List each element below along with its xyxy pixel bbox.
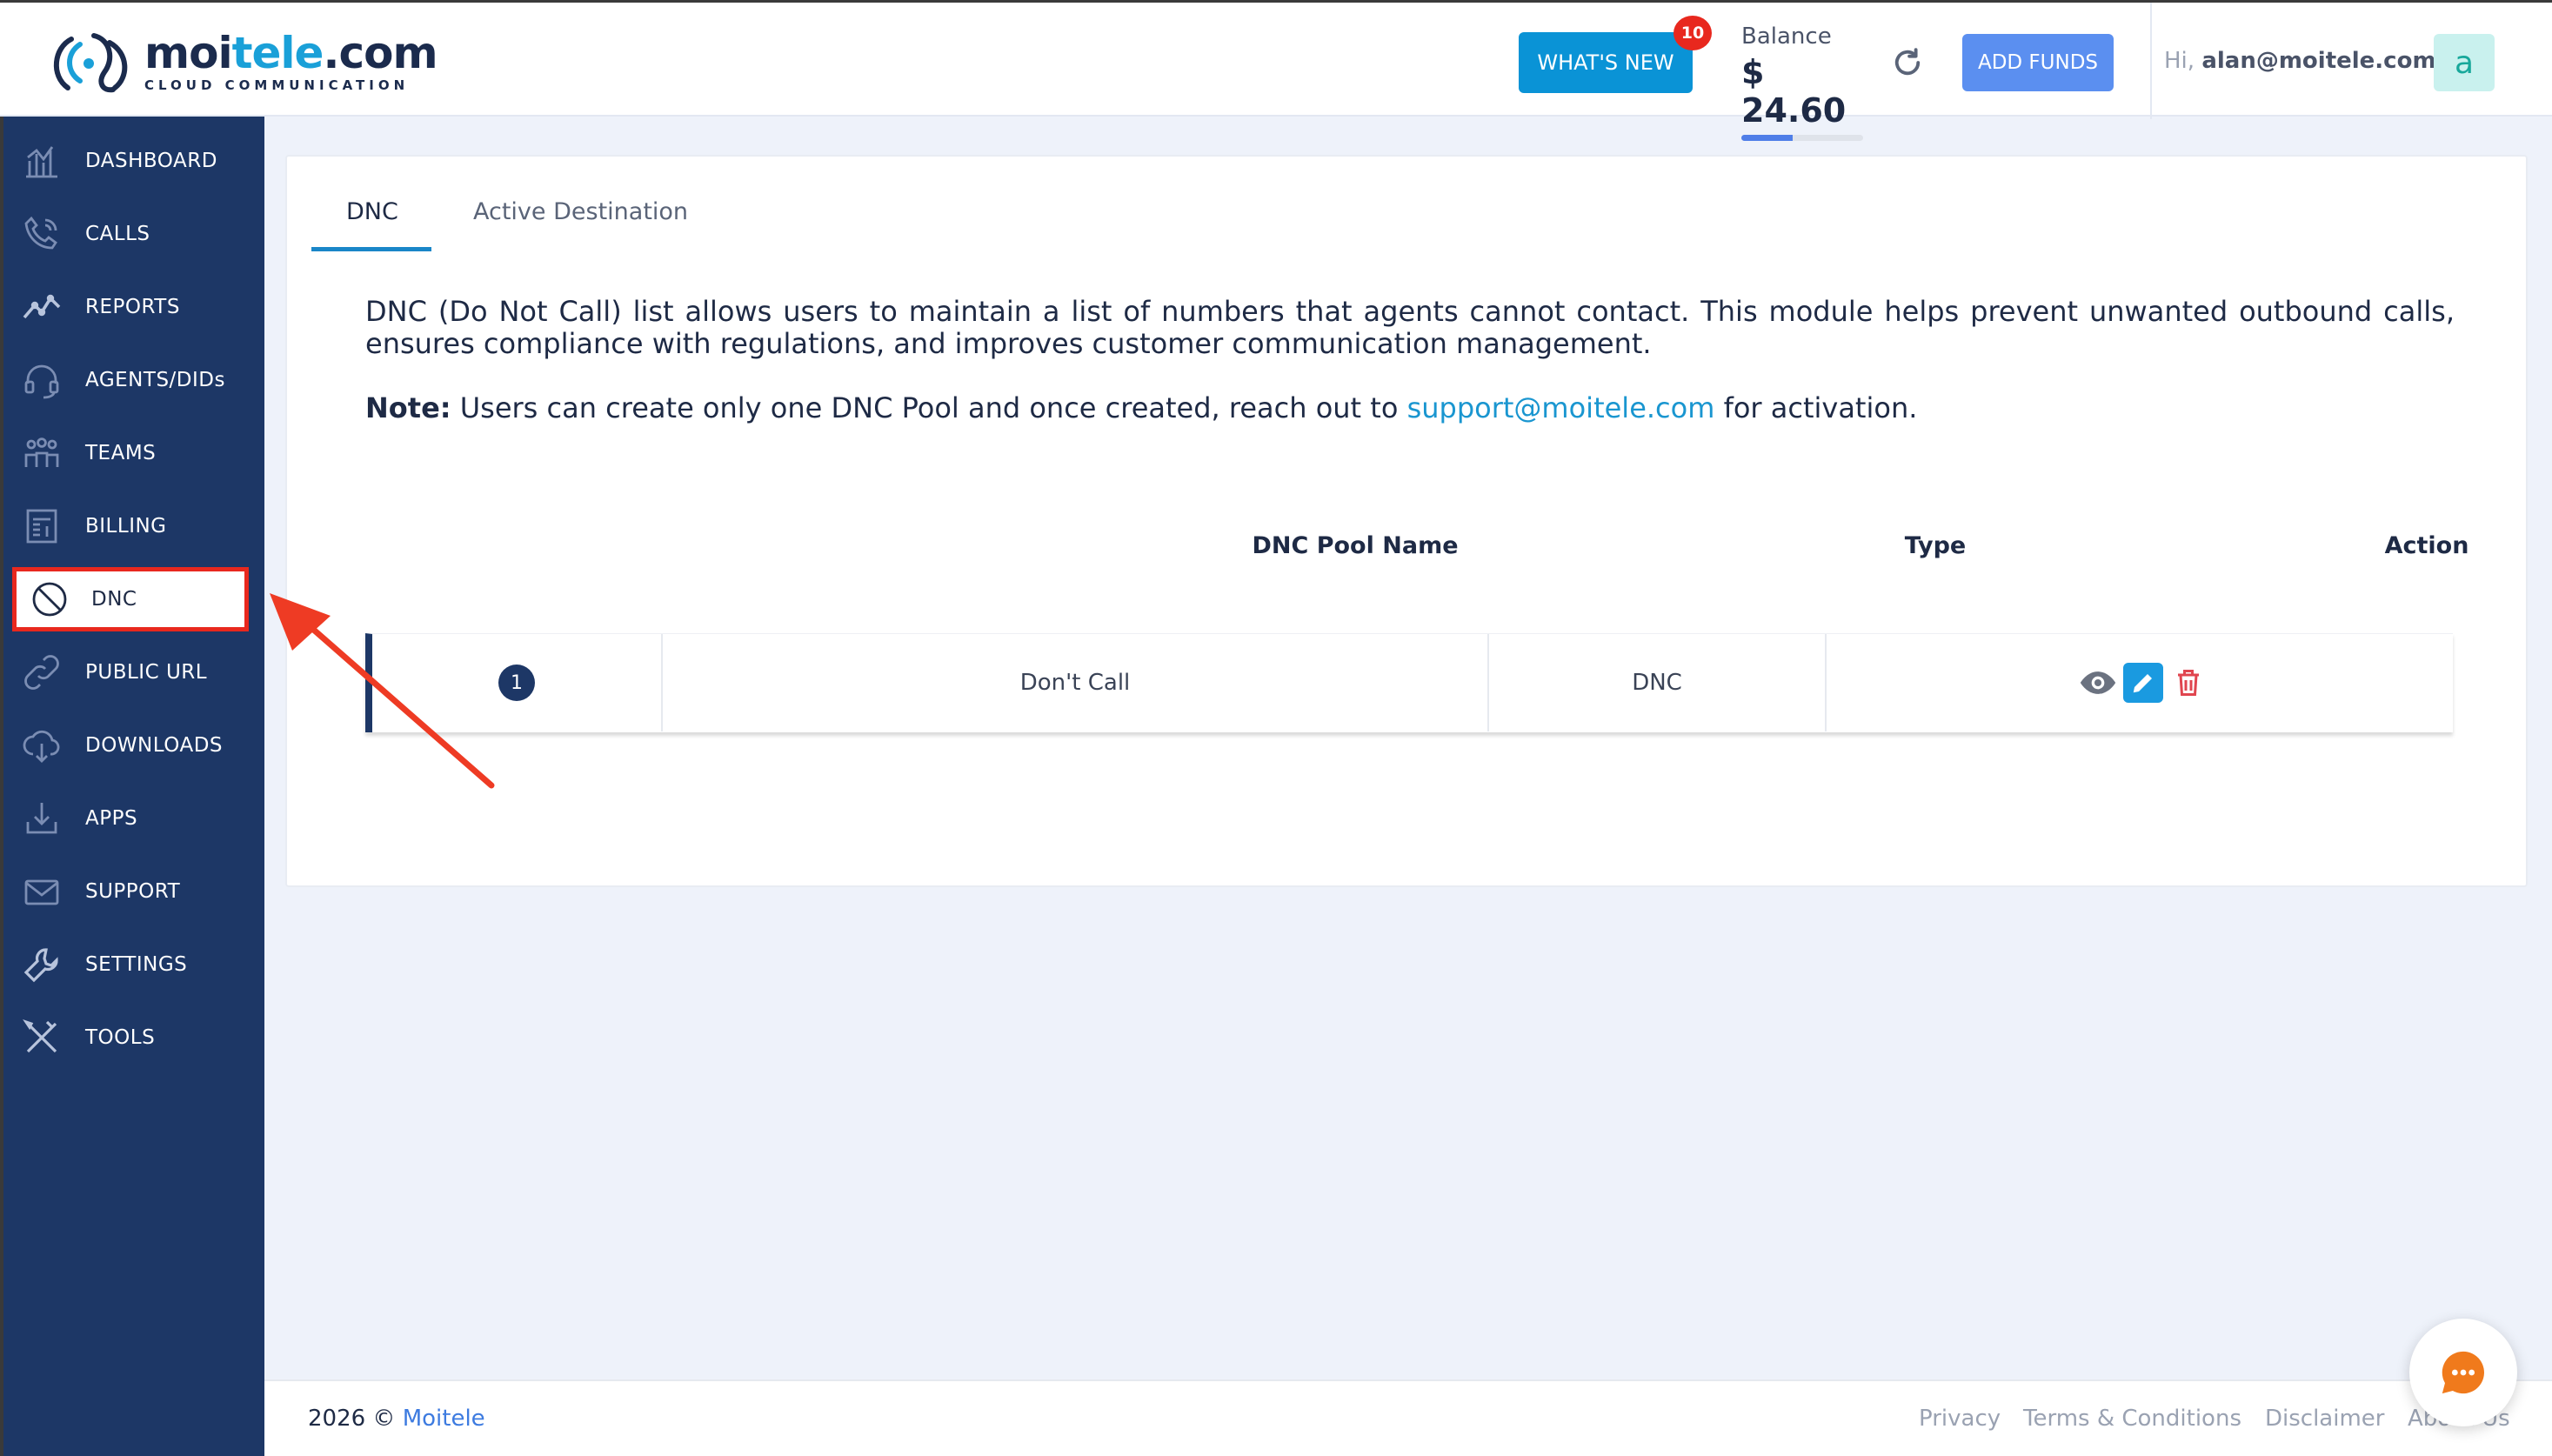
balance-widget: Balance $ 24.60 bbox=[1741, 23, 1872, 141]
user-greeting[interactable]: Hi, alan@moitele.com bbox=[2164, 48, 2436, 74]
trash-icon bbox=[2178, 670, 2199, 696]
column-header-type: Type bbox=[1904, 532, 1967, 559]
balance-progress-bar bbox=[1741, 135, 1863, 141]
sidebar-item-teams[interactable]: TEAMS bbox=[7, 423, 264, 484]
tools-icon bbox=[23, 1019, 57, 1053]
whats-new-count-badge: 10 bbox=[1673, 16, 1712, 50]
sidebar-item-reports[interactable]: REPORTS bbox=[7, 277, 264, 337]
sidebar-item-label: PUBLIC URL bbox=[85, 661, 208, 684]
sidebar-item-label: DOWNLOADS bbox=[85, 734, 223, 757]
column-header-action: Action bbox=[2384, 532, 2469, 559]
whats-new-button[interactable]: WHAT'S NEW bbox=[1519, 32, 1693, 93]
eye-icon bbox=[2080, 671, 2116, 694]
refresh-icon[interactable] bbox=[1889, 44, 1926, 81]
sidebar-item-label: SUPPORT bbox=[85, 880, 181, 903]
brand-tagline: CLOUD COMMUNICATION bbox=[144, 77, 410, 93]
add-funds-button[interactable]: ADD FUNDS bbox=[1962, 34, 2114, 91]
sidebar-item-dashboard[interactable]: DASHBOARD bbox=[7, 130, 264, 191]
dnc-description: DNC (Do Not Call) list allows users to m… bbox=[365, 295, 2455, 360]
sidebar-item-label: TEAMS bbox=[85, 442, 157, 464]
sidebar-item-public-url[interactable]: PUBLIC URL bbox=[7, 642, 264, 703]
brand-logo[interactable]: moitele.com CLOUD COMMUNICATION bbox=[45, 27, 438, 97]
sidebar-item-agents-dids[interactable]: AGENTS/DIDs bbox=[7, 350, 264, 411]
company-link[interactable]: Moitele bbox=[403, 1406, 485, 1432]
row-actions bbox=[1827, 634, 2460, 731]
dashboard-icon bbox=[26, 146, 57, 178]
chat-bubble-icon bbox=[2442, 1351, 2484, 1394]
reports-icon bbox=[23, 294, 61, 319]
sidebar-item-downloads[interactable]: DOWNLOADS bbox=[7, 715, 264, 776]
sidebar-item-tools[interactable]: TOOLS bbox=[7, 1007, 264, 1068]
link-icon bbox=[24, 655, 59, 690]
table-row: 1 Don't Call DNC bbox=[365, 633, 2453, 732]
pencil-icon bbox=[2133, 674, 2152, 693]
headset-icon bbox=[24, 364, 59, 399]
footer-link-privacy[interactable]: Privacy bbox=[1919, 1406, 2001, 1432]
support-email-link[interactable]: support@moitele.com bbox=[1407, 391, 1715, 424]
footer-link-disclaimer[interactable]: Disclaimer bbox=[2265, 1406, 2384, 1432]
sidebar-item-label: SETTINGS bbox=[85, 953, 188, 976]
balance-progress-fill bbox=[1741, 135, 1793, 141]
column-header-pool-name: DNC Pool Name bbox=[1252, 532, 1459, 559]
view-button[interactable] bbox=[2078, 663, 2118, 703]
row-pool-name: Don't Call bbox=[663, 634, 1489, 731]
dnc-note: Note: Users can create only one DNC Pool… bbox=[365, 391, 1918, 424]
download-tray-icon bbox=[26, 803, 57, 834]
footer: 2026 © Moitele Privacy Terms & Condition… bbox=[264, 1379, 2552, 1456]
teams-icon bbox=[24, 437, 59, 467]
top-header: moitele.com CLOUD COMMUNICATION WHAT'S N… bbox=[0, 0, 2552, 141]
sidebar-item-label: REPORTS bbox=[85, 296, 180, 318]
sidebar-item-label: DNC bbox=[91, 588, 137, 611]
balance-label: Balance bbox=[1741, 23, 1832, 50]
sidebar-item-label: DASHBOARD bbox=[85, 150, 217, 172]
chat-widget-button[interactable] bbox=[2409, 1319, 2517, 1426]
sidebar-item-settings[interactable]: SETTINGS bbox=[7, 934, 264, 995]
header-divider bbox=[2150, 3, 2152, 119]
mail-icon bbox=[24, 879, 59, 905]
sidebar-item-support[interactable]: SUPPORT bbox=[7, 861, 264, 922]
sidebar-item-label: TOOLS bbox=[85, 1026, 156, 1049]
dnc-card: DNC Active Destination DNC (Do Not Call)… bbox=[285, 155, 2528, 887]
tab-active-destination[interactable]: Active Destination bbox=[473, 198, 688, 225]
sidebar-item-label: AGENTS/DIDs bbox=[85, 369, 225, 391]
footer-link-terms[interactable]: Terms & Conditions bbox=[2023, 1406, 2241, 1432]
copyright: 2026 © Moitele bbox=[308, 1406, 485, 1432]
sidebar-item-billing[interactable]: BILLING bbox=[7, 496, 264, 557]
sidebar-item-label: CALLS bbox=[85, 223, 150, 245]
sidebar-item-label: BILLING bbox=[85, 515, 167, 538]
sidebar-item-label: APPS bbox=[85, 807, 138, 830]
phone-icon bbox=[24, 216, 57, 250]
billing-icon bbox=[26, 509, 57, 544]
row-type: DNC bbox=[1489, 634, 1827, 731]
brand-name: moitele.com bbox=[144, 28, 438, 78]
sidebar: DASHBOARD CALLS REPORTS AGENTS/DIDs TEAM… bbox=[0, 117, 264, 1456]
active-tab-indicator bbox=[311, 247, 431, 251]
block-icon bbox=[32, 582, 67, 617]
logo-mark-icon bbox=[53, 33, 128, 93]
sidebar-item-apps[interactable]: APPS bbox=[7, 788, 264, 849]
wrench-icon bbox=[23, 948, 58, 983]
sidebar-item-calls[interactable]: CALLS bbox=[7, 204, 264, 264]
balance-value: $ 24.60 bbox=[1741, 53, 1847, 130]
cloud-download-icon bbox=[23, 730, 60, 763]
tab-dnc[interactable]: DNC bbox=[346, 198, 398, 225]
avatar[interactable]: a bbox=[2434, 34, 2495, 91]
edit-button[interactable] bbox=[2123, 663, 2163, 703]
sidebar-item-dnc[interactable]: DNC bbox=[12, 567, 249, 631]
annotation-arrow-icon bbox=[270, 593, 495, 789]
delete-button[interactable] bbox=[2168, 663, 2208, 703]
